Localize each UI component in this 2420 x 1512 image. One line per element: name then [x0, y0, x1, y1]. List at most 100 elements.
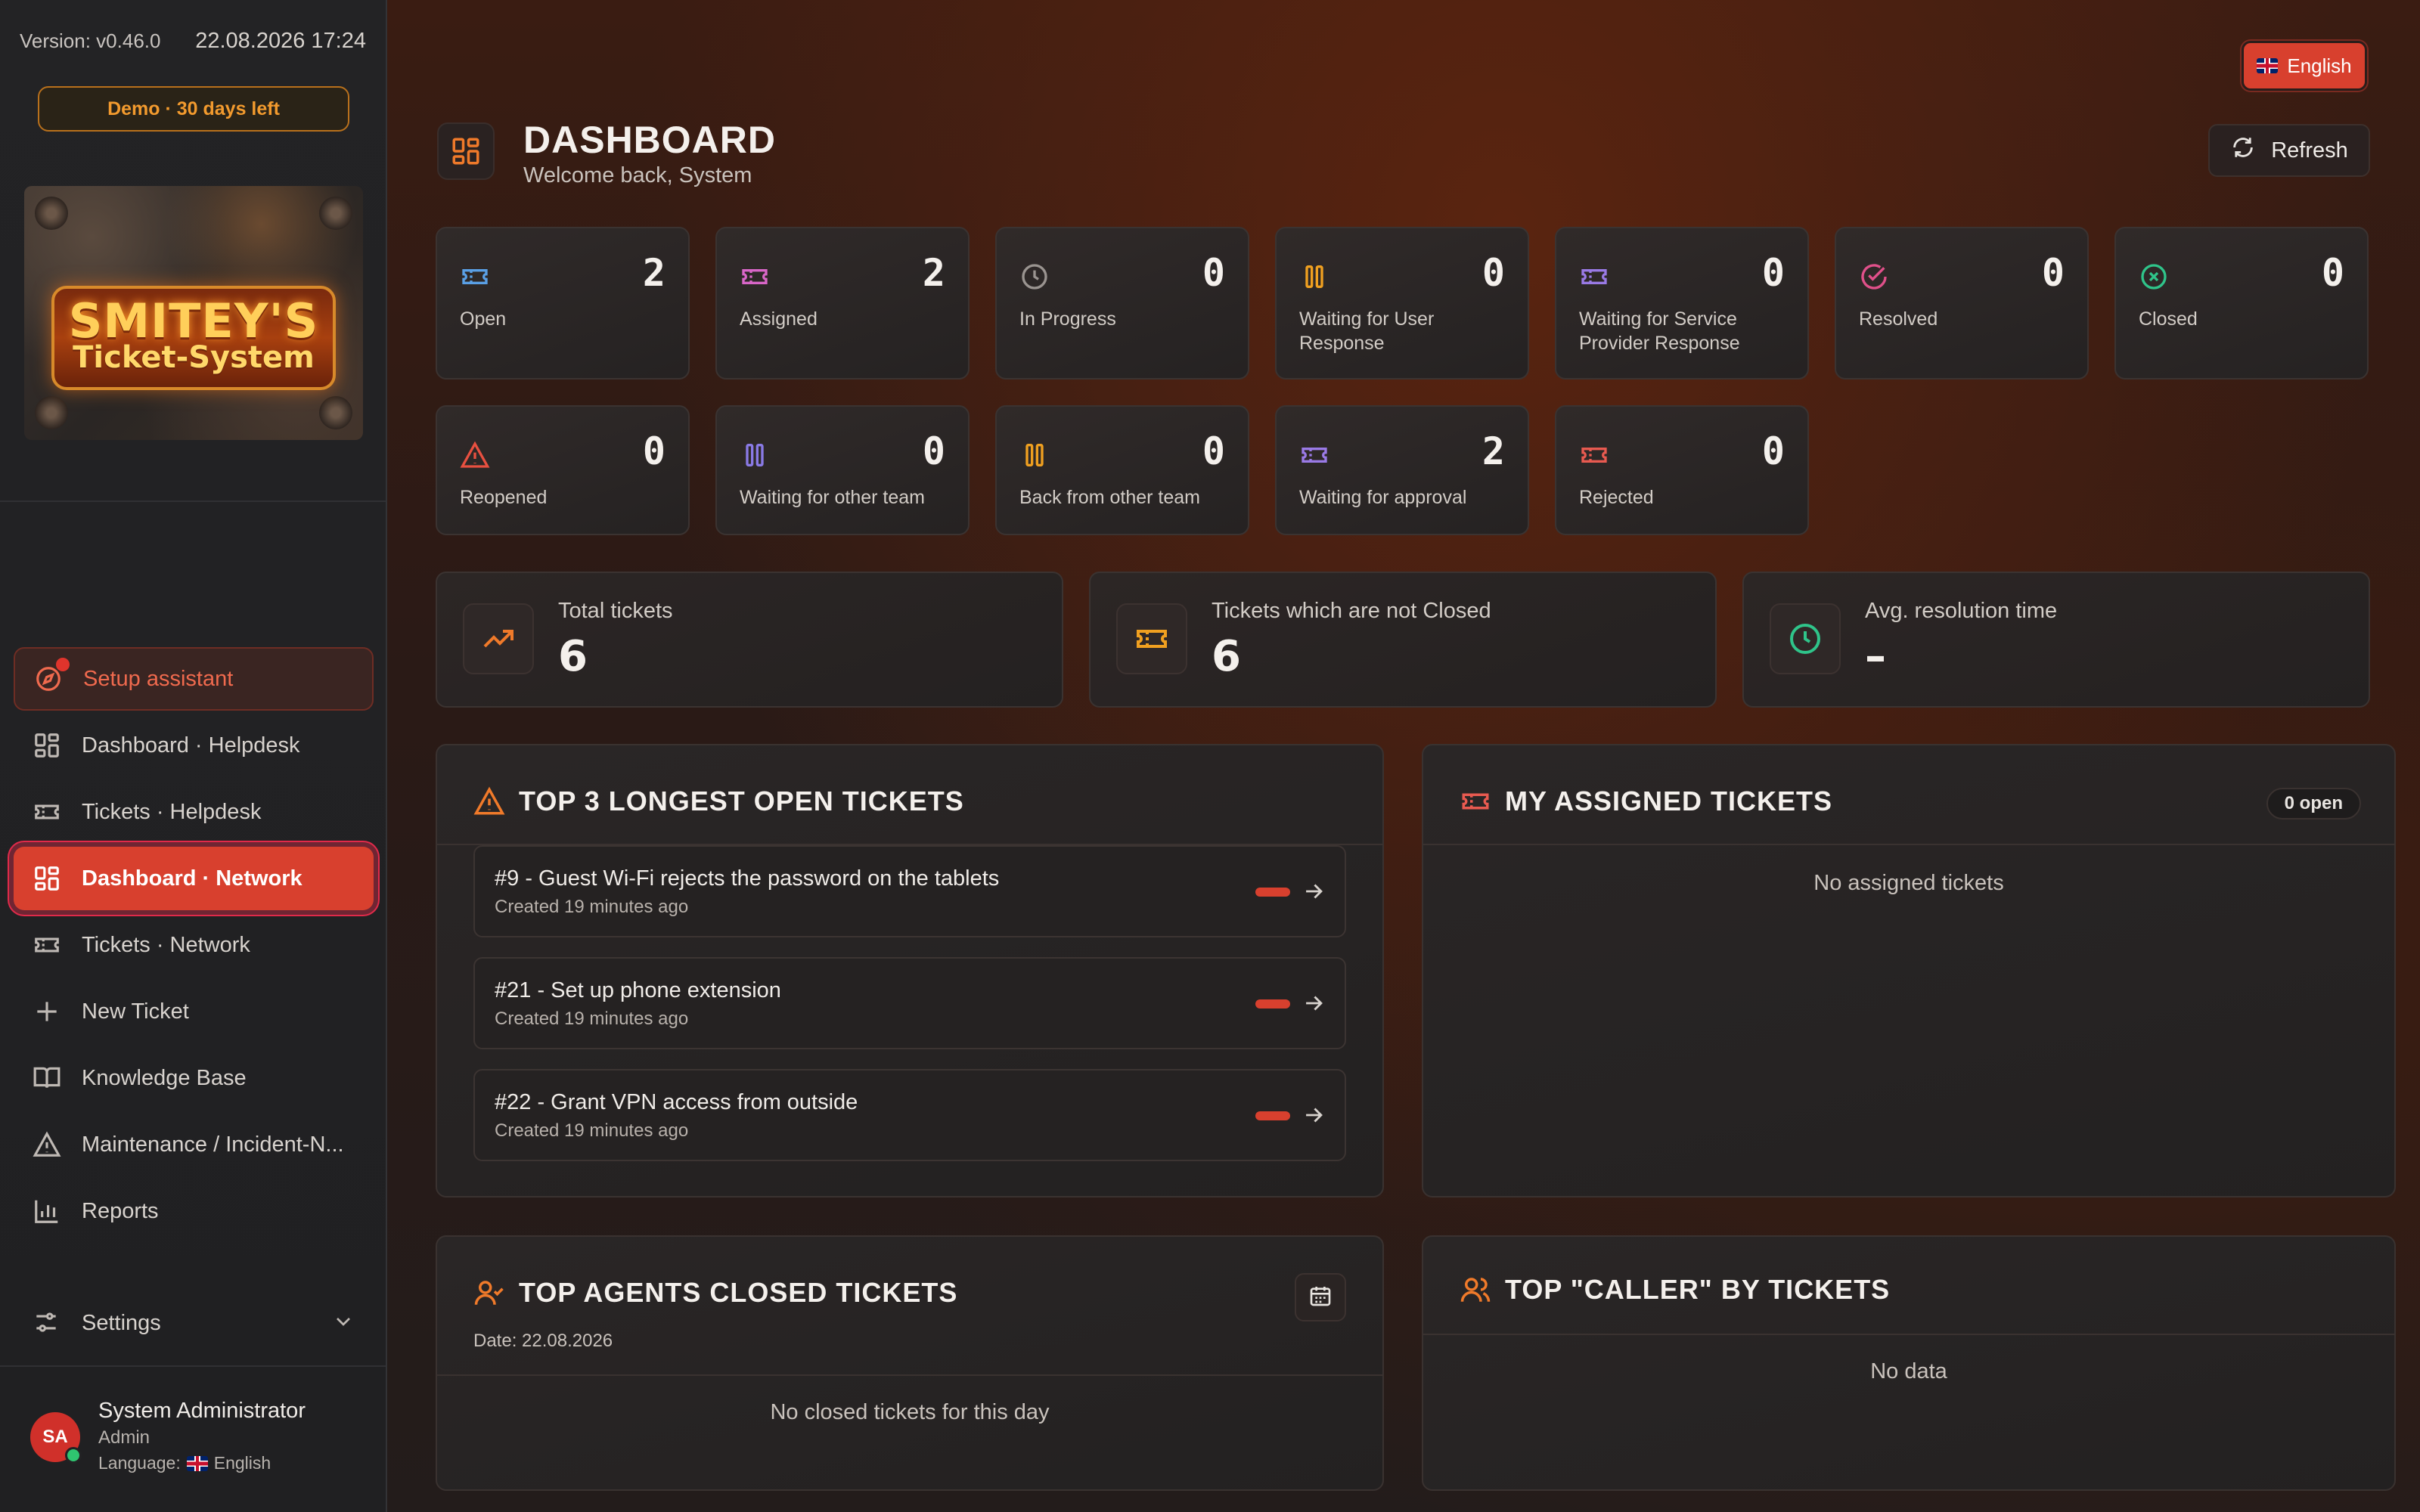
warning-triangle-icon [473, 785, 505, 817]
stat-card-back-from-other-team[interactable]: 0 Back from other team [995, 405, 1249, 535]
panel-title: MY ASSIGNED TICKETS [1505, 785, 1833, 816]
sidebar-item-dashboard-network[interactable]: Dashboard · Network [14, 847, 374, 910]
ticket-created: Created 19 minutes ago [495, 897, 689, 917]
stat-card-open[interactable]: 2 Open [436, 227, 690, 380]
stat-value: 0 [1481, 251, 1505, 295]
ticket-icon [32, 930, 62, 960]
sidebar-item-label: Setup assistant [83, 666, 234, 691]
user-name: System Administrator [98, 1399, 306, 1423]
stat-value: 0 [1761, 251, 1785, 295]
sidebar-item-maintenance[interactable]: Maintenance / Incident-N... [14, 1113, 374, 1176]
date-picker-button[interactable] [1295, 1273, 1346, 1321]
stat-card-waiting-approval[interactable]: 2 Waiting for approval [1275, 405, 1529, 535]
ticket-icon [1299, 440, 1329, 470]
sidebar-item-tickets-network[interactable]: Tickets · Network [14, 913, 374, 977]
sidebar-item-knowledge-base[interactable]: Knowledge Base [14, 1046, 374, 1110]
stat-label: Resolved [1859, 308, 1938, 330]
panel-divider [1423, 844, 2394, 845]
logo-bolt [319, 396, 352, 429]
page-subtitle: Welcome back, System [523, 163, 752, 187]
sidebar-item-setup-assistant[interactable]: Setup assistant [14, 647, 374, 711]
sidebar-divider [0, 500, 386, 502]
page-title: DASHBOARD [523, 119, 776, 161]
stat-card-assigned[interactable]: 2 Assigned [715, 227, 970, 380]
panel-longest-open-tickets: TOP 3 LONGEST OPEN TICKETS #9 - Guest Wi… [436, 744, 1384, 1198]
priority-bar [1255, 999, 1290, 1009]
stat-card-reopened[interactable]: 0 Reopened [436, 405, 690, 535]
arrow-right-icon [1301, 990, 1326, 1016]
stat-label: Assigned [740, 308, 818, 330]
stat-value: 2 [642, 251, 666, 295]
stat-card-closed[interactable]: 0 Closed [2114, 227, 2369, 380]
stat-label: Waiting for Service Provider Response [1579, 308, 1740, 354]
stat-value: 0 [2041, 251, 2065, 295]
panel-top-callers: TOP "CALLER" BY TICKETS No data [1422, 1235, 2396, 1491]
pause-icon [740, 440, 770, 470]
logo-bolt [35, 197, 68, 230]
sidebar-item-label: Reports [82, 1198, 159, 1223]
ticket-title: #22 - Grant VPN access from outside [495, 1090, 858, 1114]
stat-card-in-progress[interactable]: 0 In Progress [995, 227, 1249, 380]
panel-header: TOP "CALLER" BY TICKETS [1460, 1267, 2364, 1312]
main-content: English DASHBOARD Welcome back, System R… [387, 0, 2420, 1512]
calendar-icon [1308, 1284, 1333, 1312]
ticket-icon [740, 262, 770, 292]
ticket-row[interactable]: #21 - Set up phone extension Created 19 … [473, 957, 1346, 1049]
stat-value: 0 [922, 429, 945, 473]
panel-title: TOP 3 LONGEST OPEN TICKETS [519, 785, 964, 816]
ticket-row[interactable]: #22 - Grant VPN access from outside Crea… [473, 1069, 1346, 1161]
refresh-label: Refresh [2271, 138, 2348, 163]
stat-label: Open [460, 308, 507, 330]
empty-state: No closed tickets for this day [770, 1400, 1050, 1424]
uk-flag-icon [2257, 58, 2279, 73]
stat-label: Reopened [460, 487, 548, 508]
avatar-initials: SA [42, 1427, 68, 1447]
uk-flag-icon [186, 1455, 208, 1471]
users-icon [1460, 1274, 1491, 1306]
summary-value: 6 [558, 632, 588, 681]
notification-dot [56, 658, 70, 671]
ticket-row[interactable]: #9 - Guest Wi-Fi rejects the password on… [473, 845, 1346, 937]
sidebar-item-new-ticket[interactable]: New Ticket [14, 980, 374, 1043]
stat-card-waiting-other-team[interactable]: 0 Waiting for other team [715, 405, 970, 535]
stat-label: Closed [2139, 308, 2198, 330]
sidebar-item-reports[interactable]: Reports [14, 1179, 374, 1243]
sidebar-item-settings[interactable]: Settings [14, 1291, 374, 1355]
language-switch-button[interactable]: English [2242, 41, 2367, 91]
clock-icon [1770, 603, 1841, 674]
sidebar-item-tickets-helpdesk[interactable]: Tickets · Helpdesk [14, 780, 374, 844]
panel-divider [437, 1374, 1382, 1376]
main-nav: Setup assistant Dashboard · Helpdesk Tic… [14, 647, 374, 1246]
stat-card-rejected[interactable]: 0 Rejected [1555, 405, 1809, 535]
sidebar-item-dashboard-helpdesk[interactable]: Dashboard · Helpdesk [14, 714, 374, 777]
dashboard-grid-icon [32, 863, 62, 894]
pause-icon [1019, 440, 1050, 470]
ticket-title: #21 - Set up phone extension [495, 978, 781, 1002]
refresh-button[interactable]: Refresh [2208, 124, 2370, 177]
sidebar-item-label: Tickets · Helpdesk [82, 799, 262, 824]
stat-card-waiting-provider[interactable]: 0 Waiting for Service Provider Response [1555, 227, 1809, 380]
selected-date: Date: 22.08.2026 [473, 1331, 613, 1351]
stat-card-waiting-user[interactable]: 0 Waiting for User Response [1275, 227, 1529, 380]
app-logo[interactable]: SMITEY'S Ticket-System [24, 186, 363, 440]
panel-title: TOP "CALLER" BY TICKETS [1505, 1274, 1891, 1305]
summary-card-not-closed: Tickets which are not Closed 6 [1089, 572, 1717, 708]
user-role: Admin [98, 1427, 150, 1448]
stat-label: Waiting for other team [740, 487, 926, 508]
online-status-dot [65, 1447, 82, 1464]
ticket-created: Created 19 minutes ago [495, 1009, 689, 1029]
stat-card-resolved[interactable]: 0 Resolved [1835, 227, 2089, 380]
priority-bar [1255, 1111, 1290, 1120]
summary-value: – [1865, 632, 1886, 681]
user-profile[interactable]: SA System Administrator Admin Language: … [30, 1391, 371, 1497]
ticket-icon [1116, 603, 1187, 674]
stat-label: In Progress [1019, 308, 1116, 330]
language-button-label: English [2287, 54, 2352, 77]
refresh-icon [2230, 135, 2256, 166]
avatar: SA [30, 1412, 82, 1464]
empty-state: No data [1870, 1359, 1947, 1383]
logo-bolt [319, 197, 352, 230]
ticket-icon [32, 797, 62, 827]
sliders-icon [32, 1308, 62, 1338]
stat-value: 0 [642, 429, 666, 473]
